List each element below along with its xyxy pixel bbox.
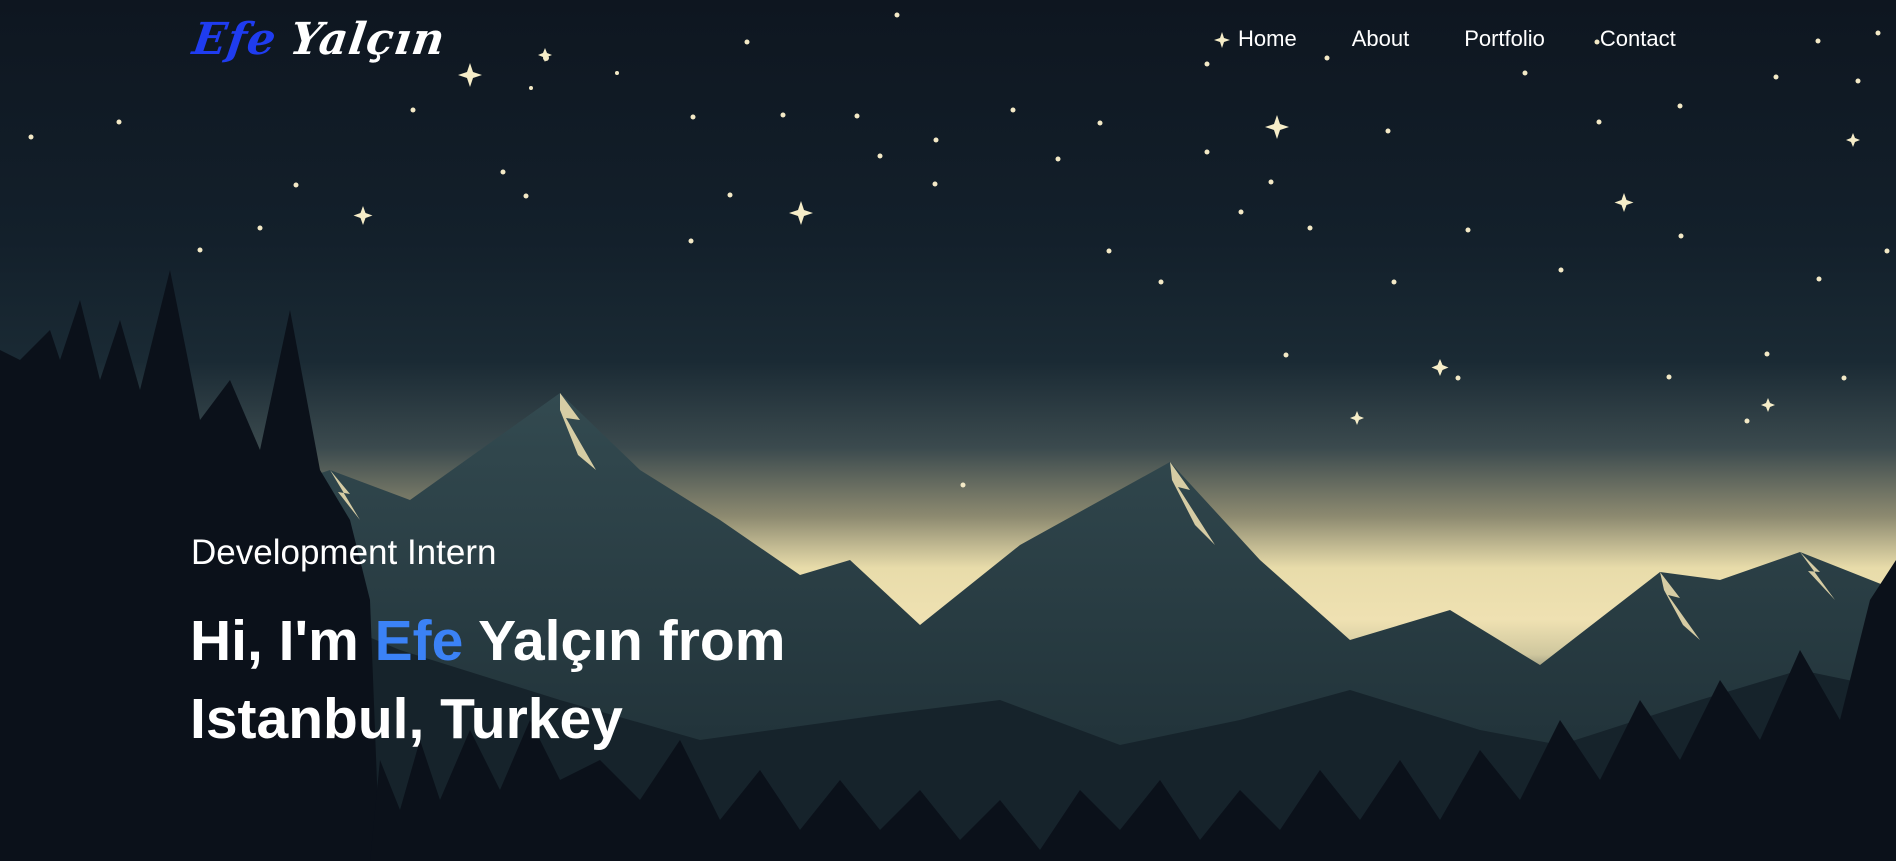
hero-section: Efe Yalçın Home About Portfolio Contact D… — [0, 0, 1896, 861]
nav-link-portfolio[interactable]: Portfolio — [1464, 26, 1545, 52]
brand-logo[interactable]: Efe Yalçın — [189, 14, 448, 65]
main-nav: Home About Portfolio Contact — [1238, 26, 1676, 52]
nav-link-home[interactable]: Home — [1238, 26, 1297, 52]
nav-link-about[interactable]: About — [1352, 26, 1410, 52]
crescent-moon — [1402, 118, 1448, 175]
headline-prefix: Hi, I'm — [190, 609, 359, 673]
headline-suffix: Yalçın from — [478, 609, 786, 673]
brand-first-name: Efe — [189, 14, 281, 65]
brand-last-name: Yalçın — [286, 14, 449, 65]
headline-location: Istanbul, Turkey — [190, 687, 623, 751]
hero-subtitle: Development Intern — [191, 533, 497, 572]
sparkle-stars — [353, 32, 1860, 425]
headline-name: Efe — [374, 609, 464, 673]
hero-headline: Hi, I'm Efe Yalçın from Istanbul, Turkey — [190, 602, 950, 758]
navbar: Efe Yalçın Home About Portfolio Contact — [0, 0, 1896, 80]
nav-link-contact[interactable]: Contact — [1600, 26, 1676, 52]
